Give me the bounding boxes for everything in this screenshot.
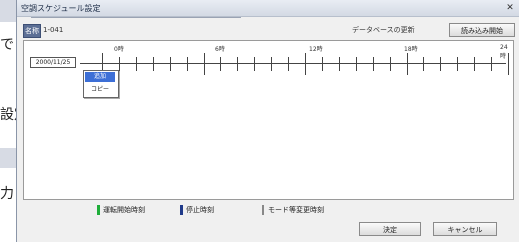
context-menu: 追加 コピー [83, 70, 119, 98]
timeline-tick [220, 57, 222, 71]
menu-item-copy[interactable]: コピー [85, 85, 115, 95]
background-text-2: 設定 [0, 107, 16, 123]
timeline-tick [254, 57, 256, 71]
tick-label-6: 6時 [215, 46, 225, 53]
tick-label-0: 0時 [114, 46, 124, 53]
timeline-tick [271, 57, 273, 71]
timeline-tick [457, 57, 459, 71]
legend-swatch-stop [180, 205, 183, 215]
timeline-tick [508, 53, 509, 75]
timeline-tick [406, 53, 408, 75]
timeline-tick [440, 57, 442, 71]
background-strip [0, 0, 16, 22]
timeline-tick [491, 57, 493, 71]
timeline-tick [135, 57, 137, 71]
schedule-dialog: 空調スケジュール設定 ✕ 名称 1-041 データベースの更新 読み込み開始 0… [16, 0, 519, 242]
close-icon[interactable]: ✕ [504, 2, 516, 14]
timeline-panel: 0時 6時 12時 18時 24時 2000/11/25 追加 コピー [23, 40, 514, 200]
legend-stop: 停止時刻 [180, 204, 240, 216]
timeline-tick [321, 57, 323, 71]
timeline-tick [389, 57, 391, 71]
name-label: 名称 [23, 24, 41, 38]
legend-label-run-start: 運転開始時刻 [103, 206, 145, 214]
background-strip [0, 148, 16, 168]
timeline-tick [152, 57, 154, 71]
timeline-tick [169, 57, 171, 71]
ok-button[interactable]: 決定 [359, 222, 421, 236]
dialog-titlebar: 空調スケジュール設定 ✕ [17, 0, 519, 17]
timeline-tick [237, 57, 239, 71]
timeline-tick [288, 57, 290, 71]
tick-label-12: 12時 [309, 46, 323, 53]
timeline-tick [372, 57, 374, 71]
timeline-axis [80, 63, 506, 64]
menu-item-add[interactable]: 追加 [85, 72, 115, 82]
legend-label-mode-change: モード等変更時刻 [268, 206, 324, 214]
timeline-tick [423, 57, 425, 71]
legend-label-stop: 停止時刻 [186, 206, 214, 214]
legend-mode-change: モード等変更時刻 [262, 204, 372, 216]
legend-swatch-mode-change [262, 205, 264, 215]
background-text-1: で [0, 37, 14, 53]
timeline-tick [118, 57, 120, 71]
timeline-tick [474, 57, 476, 71]
load-start-button[interactable]: 読み込み開始 [449, 23, 515, 37]
timeline-tick [203, 53, 205, 75]
timeline-tick [338, 57, 340, 71]
name-value: 1-041 [43, 26, 64, 34]
timeline-tick [355, 57, 357, 71]
tick-label-18: 18時 [404, 46, 418, 53]
cancel-button[interactable]: キャンセル [433, 222, 497, 236]
dialog-title: 空調スケジュール設定 [21, 4, 101, 13]
database-update-label: データベースの更新 [352, 26, 415, 34]
title-separator [31, 17, 241, 18]
legend-swatch-run-start [97, 205, 100, 215]
date-row-label[interactable]: 2000/11/25 [30, 57, 76, 68]
timeline-tick [305, 53, 306, 75]
timeline-tick [186, 57, 188, 71]
tick-label-24: 24時 [500, 44, 508, 60]
legend-run-start: 運転開始時刻 [97, 204, 167, 216]
background-text-3: 力 [0, 186, 14, 202]
